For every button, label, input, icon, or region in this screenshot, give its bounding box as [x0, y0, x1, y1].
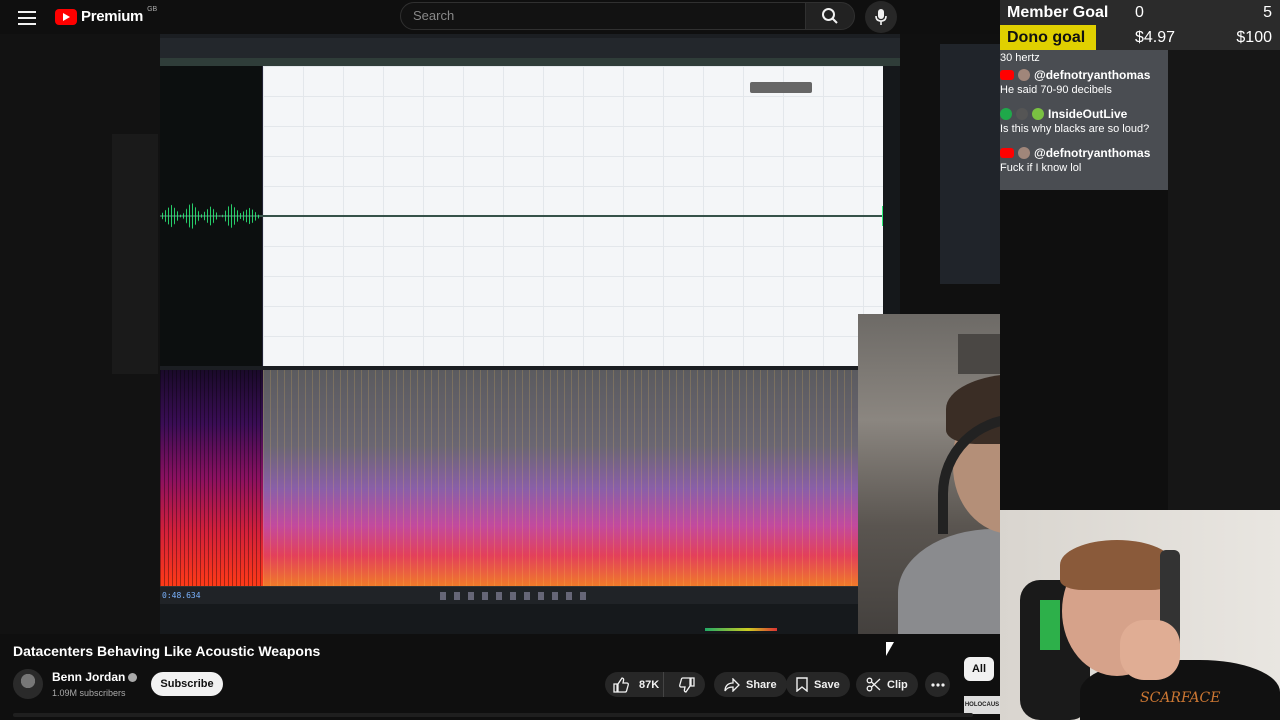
microphone-icon [875, 9, 887, 25]
search-button[interactable] [805, 2, 855, 30]
youtube-watch-page: Premium GB Search 0:48.634 Member Goal 0… [0, 0, 1280, 720]
xbox-badge-icon [1000, 108, 1012, 120]
zoom-control [750, 82, 812, 93]
waveform-line [160, 215, 900, 217]
save-label: Save [814, 678, 840, 691]
like-count: 87K [639, 678, 660, 691]
voice-search-button[interactable] [865, 1, 897, 33]
audio-editor-window: 0:48.634 [160, 34, 900, 634]
search-input[interactable]: Search [400, 2, 806, 30]
bookmark-icon [796, 677, 808, 692]
shirt-print: SCARFACE [1140, 690, 1221, 706]
avatar [1016, 108, 1028, 120]
chat-username-text: @defnotryanthomas [1034, 146, 1151, 160]
chat-message: He said 70-90 decibels [1000, 84, 1112, 96]
dono-goal-row: Dono goal $4.97 $100 [1000, 25, 1280, 50]
daw-side-panel [112, 134, 158, 374]
transport-bar: 0:48.634 [160, 586, 860, 604]
chat-username-text: InsideOutLive [1048, 107, 1128, 121]
host-webcam [858, 314, 1000, 634]
youtube-premium-logo[interactable]: Premium GB [55, 6, 158, 25]
dono-goal-target: $100 [1236, 29, 1272, 46]
member-goal-label: Member Goal [1007, 4, 1109, 21]
overlay-dark-area [1168, 50, 1280, 510]
spectrogram-left-pane [160, 370, 263, 586]
search-icon [822, 8, 838, 24]
dono-goal-current: $4.97 [1135, 29, 1176, 46]
share-button[interactable]: Share [714, 672, 787, 697]
dislike-button[interactable] [670, 676, 706, 693]
clip-label: Clip [887, 678, 908, 691]
channel-name[interactable]: Benn Jordan [52, 670, 138, 684]
more-actions-button[interactable] [925, 672, 950, 697]
channel-name-text[interactable]: Benn Jordan [52, 670, 125, 684]
video-title: Datacenters Behaving Like Acoustic Weapo… [13, 643, 321, 659]
region-code: GB [147, 6, 158, 13]
chat-username-text: @defnotryanthomas [1034, 68, 1151, 82]
video-player[interactable]: 0:48.634 [0, 34, 1000, 634]
timeline-ruler [160, 38, 900, 66]
streamer-hand [1120, 620, 1180, 680]
chat-message: Is this why blacks are so loud? [1000, 123, 1150, 135]
member-goal-target: 5 [1263, 4, 1272, 21]
youtube-play-icon [55, 8, 77, 25]
transport-controls [440, 592, 590, 600]
host-shirt [898, 529, 1000, 634]
verified-icon [128, 673, 138, 683]
chat-username: InsideOutLive [1000, 105, 1168, 123]
chat-username: @defnotryanthomas [1000, 144, 1168, 162]
phase-meter [705, 628, 777, 631]
spectrogram [263, 370, 860, 586]
member-goal-row: Member Goal 0 5 [1000, 0, 1280, 25]
clip-button[interactable]: Clip [856, 672, 918, 697]
levels-panel [160, 604, 900, 634]
youtube-badge-icon [1000, 148, 1014, 158]
subscriber-count: 1.09M subscribers [52, 688, 126, 698]
chat-message: Fuck if I know lol [1000, 162, 1082, 174]
youtube-badge-icon [1000, 70, 1014, 80]
like-button[interactable]: 87K [605, 672, 664, 697]
chat-previous-message: 30 hertz [1000, 52, 1040, 64]
plugin-panel [940, 44, 1000, 284]
chat-username: @defnotryanthomas [1000, 66, 1168, 84]
subscribe-button[interactable]: Subscribe [151, 672, 223, 696]
avatar [1018, 147, 1030, 159]
dono-goal-label: Dono goal [1007, 29, 1086, 46]
like-dislike-group: 87K [605, 672, 705, 697]
channel-avatar[interactable] [13, 669, 43, 699]
description-box-edge [13, 713, 973, 717]
more-horizontal-icon [930, 682, 945, 687]
streamer-hair [1060, 540, 1174, 590]
share-label: Share [746, 678, 777, 691]
chat-overlay: 30 hertz @defnotryanthomas He said 70-90… [1000, 50, 1168, 190]
member-goal-current: 0 [1135, 4, 1144, 21]
recommended-thumbnail[interactable]: HOLOCAUS [964, 696, 1000, 714]
scissors-icon [866, 677, 881, 692]
save-button[interactable]: Save [786, 672, 850, 697]
streamer-webcam: SCARFACE [1000, 510, 1280, 720]
avatar [1018, 69, 1030, 81]
star-badge-icon [1032, 108, 1044, 120]
filter-chip-all[interactable]: All [964, 657, 994, 681]
share-icon [724, 677, 740, 692]
mouse-cursor-icon [886, 642, 894, 656]
timecode: 0:48.634 [162, 591, 201, 600]
logo-text: Premium [81, 8, 144, 25]
top-bar: Premium GB Search [0, 0, 1000, 34]
thumbs-up-icon [613, 676, 629, 693]
hamburger-menu-icon[interactable] [18, 7, 40, 27]
keyboard-shelf [958, 334, 1000, 374]
stream-goals: Member Goal 0 5 Dono goal $4.97 $100 [1000, 0, 1280, 50]
chair-accent [1040, 600, 1060, 650]
thumbs-down-icon [679, 676, 695, 693]
